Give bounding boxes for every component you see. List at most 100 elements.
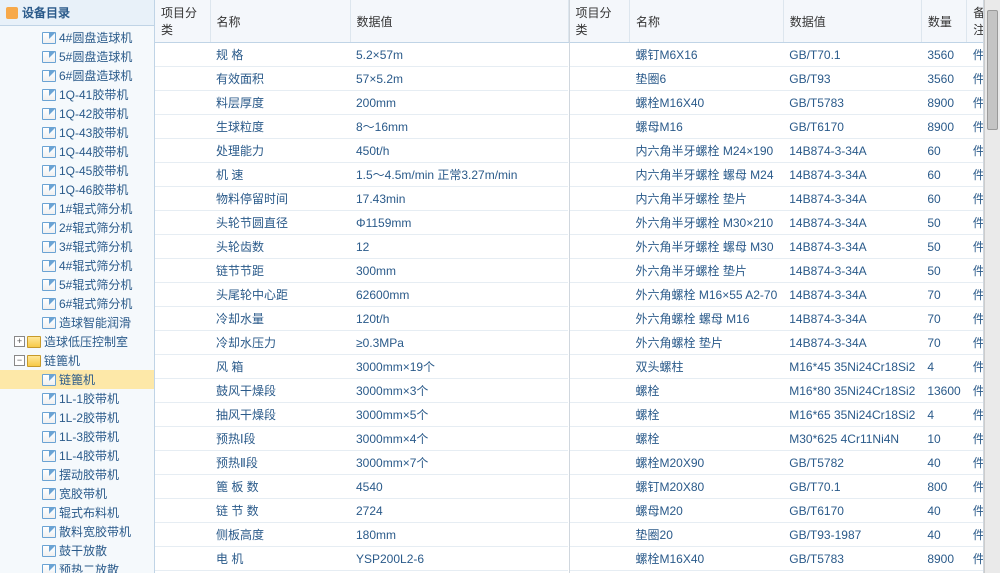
table-row[interactable]: 处理能力450t/h	[155, 139, 568, 163]
table-row[interactable]: 垫圈6GB/T933560件	[570, 67, 985, 91]
table-row[interactable]: 抽风干燥段3000mm×5个	[155, 403, 568, 427]
column-header[interactable]: 数量	[921, 0, 966, 43]
tree-item[interactable]: 1Q-45胶带机	[0, 161, 154, 180]
table-row[interactable]: 风 箱3000mm×19个	[155, 355, 568, 379]
tree-item[interactable]: 1L-4胶带机	[0, 446, 154, 465]
tree-item[interactable]: 散料宽胶带机	[0, 522, 154, 541]
table-row[interactable]: 侧板高度180mm	[155, 523, 568, 547]
table-row[interactable]: 物料停留时间17.43min	[155, 187, 568, 211]
table-row[interactable]: 螺栓M16*65 35Ni24Cr18Si24件	[570, 403, 985, 427]
table-row[interactable]: 内六角半牙螺栓 螺母 M2414B874-3-34A60件	[570, 163, 985, 187]
tree-item[interactable]: −链篦机	[0, 351, 154, 370]
table-row[interactable]: 机 速1.5～4.5m/min 正常3.27m/min	[155, 163, 568, 187]
tree-item[interactable]: 1Q-43胶带机	[0, 123, 154, 142]
expand-icon[interactable]: +	[14, 336, 25, 347]
tree-item[interactable]: 6#圆盘造球机	[0, 66, 154, 85]
table-row[interactable]: 螺栓M30*625 4Cr11Ni4N10件	[570, 427, 985, 451]
tree-item[interactable]: 1L-2胶带机	[0, 408, 154, 427]
vertical-scrollbar[interactable]	[984, 0, 1000, 573]
table-row[interactable]: 外六角半牙螺栓 螺母 M3014B874-3-34A50件	[570, 235, 985, 259]
right-table-wrap[interactable]: 项目分类名称数据值数量备注 螺钉M6X16GB/T70.13560件垫圈6GB/…	[570, 0, 985, 573]
tree-item[interactable]: 5#圆盘造球机	[0, 47, 154, 66]
table-cell: 螺栓	[630, 403, 784, 427]
table-row[interactable]: 预热Ⅰ段3000mm×4个	[155, 427, 568, 451]
table-row[interactable]: 规 格5.2×57m	[155, 43, 568, 67]
table-cell: 内六角半牙螺栓 M24×190	[630, 139, 784, 163]
tree-item[interactable]: 1Q-44胶带机	[0, 142, 154, 161]
table-row[interactable]: 外六角螺栓 垫片14B874-3-34A70件	[570, 331, 985, 355]
tree-item[interactable]: 1Q-42胶带机	[0, 104, 154, 123]
table-cell: 180mm	[350, 523, 568, 547]
column-header[interactable]: 项目分类	[155, 0, 210, 43]
table-row[interactable]: 螺栓M16X40GB/T57838900件	[570, 91, 985, 115]
tree-item[interactable]: 1Q-41胶带机	[0, 85, 154, 104]
file-icon	[42, 70, 56, 82]
table-row[interactable]: 双头螺柱M16*45 35Ni24Cr18Si24件	[570, 355, 985, 379]
table-row[interactable]: 外六角半牙螺栓 垫片14B874-3-34A50件	[570, 259, 985, 283]
table-row[interactable]: 螺钉M6X16GB/T70.13560件	[570, 43, 985, 67]
table-row[interactable]: 料层厚度200mm	[155, 91, 568, 115]
scrollbar-thumb[interactable]	[987, 10, 998, 130]
table-row[interactable]: 螺栓M20X90GB/T578240件	[570, 451, 985, 475]
table-row[interactable]: 生球粒度8～16mm	[155, 115, 568, 139]
table-row[interactable]: 头尾轮中心距62600mm	[155, 283, 568, 307]
tree-item[interactable]: 摆动胶带机	[0, 465, 154, 484]
table-row[interactable]: 冷却水量120t/h	[155, 307, 568, 331]
table-row[interactable]: 内六角半牙螺栓 M24×19014B874-3-34A60件	[570, 139, 985, 163]
table-cell: 件	[967, 259, 984, 283]
table-cell: 链节节距	[210, 259, 350, 283]
tree-item[interactable]: 3#辊式筛分机	[0, 237, 154, 256]
device-tree[interactable]: 4#圆盘造球机5#圆盘造球机6#圆盘造球机1Q-41胶带机1Q-42胶带机1Q-…	[0, 26, 154, 573]
table-row[interactable]: 垫圈20GB/T93-198740件	[570, 523, 985, 547]
table-row[interactable]: 篦 板 数4540	[155, 475, 568, 499]
table-cell: 70	[921, 283, 966, 307]
column-header[interactable]: 数据值	[350, 0, 568, 43]
column-header[interactable]: 项目分类	[570, 0, 630, 43]
table-row[interactable]: 冷却水压力≥0.3MPa	[155, 331, 568, 355]
table-row[interactable]: 螺母M16GB/T61708900件	[570, 115, 985, 139]
table-row[interactable]: 外六角螺栓 M16×55 A2-7014B874-3-34A70件	[570, 283, 985, 307]
left-table-wrap[interactable]: 项目分类名称数据值 规 格5.2×57m有效面积57×5.2m料层厚度200mm…	[155, 0, 570, 573]
column-header[interactable]: 数据值	[783, 0, 921, 43]
table-row[interactable]: 外六角螺栓 螺母 M1614B874-3-34A70件	[570, 307, 985, 331]
table-cell	[155, 379, 210, 403]
tree-item[interactable]: 5#辊式筛分机	[0, 275, 154, 294]
table-row[interactable]: 螺母M20GB/T617040件	[570, 499, 985, 523]
table-row[interactable]: 预热Ⅱ段3000mm×7个	[155, 451, 568, 475]
tree-item[interactable]: 1L-3胶带机	[0, 427, 154, 446]
table-cell: 10	[921, 427, 966, 451]
table-cell: 14B874-3-34A	[783, 187, 921, 211]
collapse-icon[interactable]: −	[14, 355, 25, 366]
tree-item[interactable]: +造球低压控制室	[0, 332, 154, 351]
tree-item[interactable]: 4#圆盘造球机	[0, 28, 154, 47]
table-row[interactable]: 鼓风干燥段3000mm×3个	[155, 379, 568, 403]
file-icon	[42, 127, 56, 139]
tree-item[interactable]: 6#辊式筛分机	[0, 294, 154, 313]
tree-item[interactable]: 1#辊式筛分机	[0, 199, 154, 218]
table-row[interactable]: 链节节距300mm	[155, 259, 568, 283]
column-header[interactable]: 名称	[630, 0, 784, 43]
table-row[interactable]: 螺栓M16*80 35Ni24Cr18Si213600件	[570, 379, 985, 403]
tree-item[interactable]: 造球智能润滑	[0, 313, 154, 332]
table-row[interactable]: 链 节 数2724	[155, 499, 568, 523]
table-row[interactable]: 有效面积57×5.2m	[155, 67, 568, 91]
column-header[interactable]: 备注	[967, 0, 984, 43]
tree-item[interactable]: 1L-1胶带机	[0, 389, 154, 408]
tree-item[interactable]: 辊式布料机	[0, 503, 154, 522]
table-row[interactable]: 外六角半牙螺栓 M30×21014B874-3-34A50件	[570, 211, 985, 235]
table-row[interactable]: 头轮节圆直径Φ1159mm	[155, 211, 568, 235]
table-row[interactable]: 电 机YSP200L2-6	[155, 547, 568, 571]
tree-item[interactable]: 鼓干放散	[0, 541, 154, 560]
tree-item[interactable]: 4#辊式筛分机	[0, 256, 154, 275]
tree-item[interactable]: 预热二放散	[0, 560, 154, 573]
table-cell: Φ1159mm	[350, 211, 568, 235]
table-row[interactable]: 内六角半牙螺栓 垫片14B874-3-34A60件	[570, 187, 985, 211]
tree-item[interactable]: 2#辊式筛分机	[0, 218, 154, 237]
table-row[interactable]: 头轮齿数12	[155, 235, 568, 259]
table-row[interactable]: 螺钉M20X80GB/T70.1800件	[570, 475, 985, 499]
tree-item[interactable]: 宽胶带机	[0, 484, 154, 503]
column-header[interactable]: 名称	[210, 0, 350, 43]
table-row[interactable]: 螺栓M16X40GB/T57838900件	[570, 547, 985, 571]
tree-item[interactable]: 1Q-46胶带机	[0, 180, 154, 199]
tree-item[interactable]: 链篦机	[0, 370, 154, 389]
